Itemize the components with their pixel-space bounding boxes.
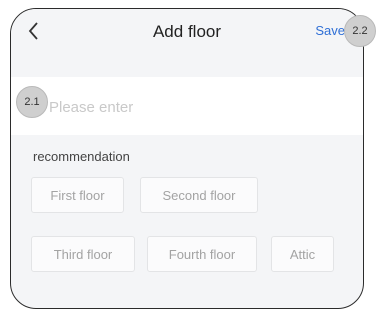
page-title: Add floor <box>152 22 222 41</box>
save-button[interactable]: Save <box>315 23 345 38</box>
chip-first-floor[interactable]: First floor <box>31 177 124 213</box>
recommendation-label: recommendation <box>33 149 130 164</box>
add-floor-screen: Add floor Save recommendation First floo… <box>10 8 364 309</box>
floor-name-input[interactable] <box>47 95 341 119</box>
chip-second-floor[interactable]: Second floor <box>140 177 258 213</box>
floor-name-field <box>11 77 363 135</box>
annotation-badge-input: 2.1 <box>16 86 48 118</box>
chip-attic[interactable]: Attic <box>271 236 334 272</box>
chip-fourth-floor[interactable]: Fourth floor <box>147 236 257 272</box>
annotation-badge-save: 2.2 <box>344 15 376 47</box>
chip-third-floor[interactable]: Third floor <box>31 236 135 272</box>
header-bar: Add floor Save <box>11 9 363 55</box>
